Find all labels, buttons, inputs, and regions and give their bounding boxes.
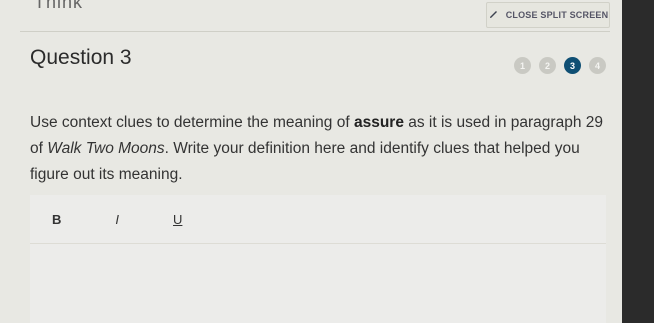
answer-editor[interactable]: B I U (30, 195, 606, 323)
question-panel: Think CLOSE SPLIT SCREEN Question 3 1 2 … (0, 0, 622, 323)
top-left-partial-text: Think (34, 0, 84, 12)
close-split-screen-button[interactable]: CLOSE SPLIT SCREEN (486, 2, 610, 28)
bold-button[interactable]: B (52, 212, 61, 227)
italic-button[interactable]: I (115, 212, 119, 227)
prompt-term: assure (353, 114, 404, 131)
question-title: Question 3 (30, 46, 132, 69)
answer-textarea[interactable] (30, 244, 606, 323)
question-pager: 1 2 3 4 (514, 57, 606, 74)
underline-button[interactable]: U (173, 212, 182, 227)
editor-toolbar: B I U (30, 195, 606, 244)
question-page-2[interactable]: 2 (539, 57, 556, 74)
prompt-prefix: Use context clues to determine the meani… (30, 114, 354, 131)
header-divider (20, 31, 610, 32)
question-page-4[interactable]: 4 (589, 57, 606, 74)
prompt-work-title: Walk Two Moons (47, 140, 165, 157)
question-page-1[interactable]: 1 (514, 57, 531, 74)
right-edge-dark-area (622, 0, 654, 323)
question-prompt: Use context clues to determine the meani… (30, 110, 610, 188)
pencil-icon (489, 11, 497, 18)
question-page-3-active[interactable]: 3 (564, 57, 581, 74)
close-split-screen-label: CLOSE SPLIT SCREEN (505, 10, 609, 20)
